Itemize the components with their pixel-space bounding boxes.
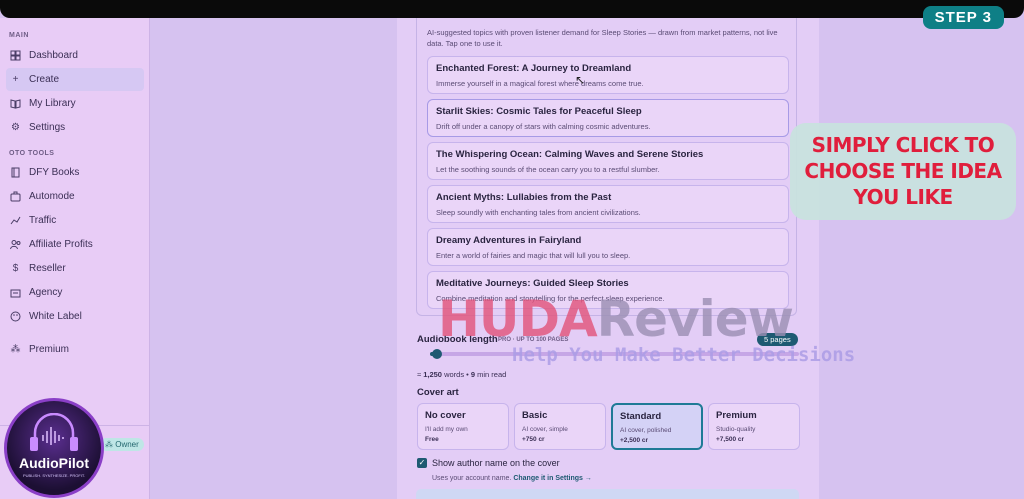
idea-title: Dreamy Adventures in Fairyland (436, 235, 582, 246)
cover-price: Free (425, 436, 439, 443)
sidebar-item-label: Create (29, 74, 60, 85)
idea-desc: Let the soothing sounds of the ocean car… (436, 165, 660, 174)
sidebar-item-label: Agency (29, 287, 63, 298)
sidebar-item-settings[interactable]: ⚙ Settings (6, 116, 144, 139)
idea-card[interactable]: The Whispering Ocean: Calming Waves and … (427, 142, 789, 180)
cover-sub: I'll add my own (425, 426, 468, 433)
owner-badge-label: Owner (115, 440, 139, 449)
book-icon (10, 167, 21, 178)
cover-price: +7,500 cr (716, 436, 745, 443)
sidebar-item-traffic[interactable]: Traffic (6, 209, 144, 232)
info-bar (416, 489, 799, 499)
gear-icon: ⚙ (11, 122, 20, 133)
sidebar-item-label: Dashboard (29, 50, 78, 61)
sidebar-item-label: Settings (29, 122, 66, 133)
instruction-text: SIMPLY CLICK TO CHOOSE THE IDEA YOU LIKE (804, 133, 1002, 209)
cover-option-standard[interactable]: Standard AI cover, polished +2,500 cr (611, 403, 703, 450)
cover-sub: AI cover, polished (620, 427, 672, 434)
author-checkbox-label: Show author name on the cover (432, 458, 560, 468)
idea-card[interactable]: Starlit Skies: Cosmic Tales for Peaceful… (427, 99, 789, 137)
cover-name: Premium (716, 410, 757, 421)
watermark: HUDAReview (438, 290, 794, 348)
logo-tagline: PUBLISH. SYNTHESIZE. PROFIT. (22, 473, 85, 478)
cover-name: No cover (425, 410, 466, 421)
sidebar-item-dfy-books[interactable]: DFY Books (6, 161, 144, 184)
sparkle-icon: ⁂ (105, 440, 113, 449)
words-unit: words • (441, 370, 471, 379)
sidebar-item-reseller[interactable]: $ Reseller (6, 257, 144, 280)
automode-icon (10, 191, 21, 202)
cover-sub: AI cover, simple (522, 426, 568, 433)
idea-card[interactable]: Enchanted Forest: A Journey to Dreamland… (427, 56, 789, 94)
sidebar-item-label: My Library (29, 98, 76, 109)
grid-icon (10, 50, 21, 61)
cover-price: +750 cr (522, 436, 545, 443)
watermark-part2: Review (596, 290, 794, 348)
sidebar-section-main: MAIN (9, 32, 29, 39)
sidebar-item-label: White Label (29, 311, 82, 322)
step-badge: STEP 3 (922, 6, 1004, 29)
cover-sub: Studio-quality (716, 426, 756, 433)
plus-icon: + (12, 74, 19, 85)
ideas-note: AI-suggested topics with proven listener… (427, 28, 778, 48)
idea-card[interactable]: Dreamy Adventures in Fairyland Enter a w… (427, 228, 789, 266)
top-bar (0, 0, 1024, 18)
sidebar-item-label: Premium (29, 344, 70, 355)
idea-title: The Whispering Ocean: Calming Waves and … (436, 149, 704, 160)
sidebar-item-my-library[interactable]: My Library (6, 92, 144, 115)
sidebar-item-create[interactable]: + Create (6, 68, 144, 91)
idea-title: Enchanted Forest: A Journey to Dreamland (436, 63, 632, 74)
sidebar-item-white-label[interactable]: White Label (6, 305, 144, 328)
palette-icon (10, 311, 21, 322)
words-estimate: ≈ 1,250 words • 9 min read (417, 370, 506, 379)
settings-link[interactable]: Change it in Settings → (513, 475, 592, 482)
logo-name: AudioPilot (19, 455, 89, 471)
sidebar-item-automode[interactable]: Automode (6, 185, 144, 208)
headphones-icon (30, 413, 78, 451)
idea-title: Starlit Skies: Cosmic Tales for Peaceful… (436, 106, 642, 117)
minutes-unit: min read (475, 370, 507, 379)
mouse-cursor-icon: ↖ (575, 73, 586, 87)
author-note-text: Uses your account name. (432, 475, 514, 482)
cover-option-none[interactable]: No cover I'll add my own Free (417, 403, 509, 450)
idea-desc: Drift off under a canopy of stars with c… (436, 122, 651, 131)
author-checkbox[interactable]: ✓ (417, 458, 427, 468)
users-icon (10, 239, 21, 250)
idea-title: Meditative Journeys: Guided Sleep Storie… (436, 278, 629, 289)
sidebar-item-dashboard[interactable]: Dashboard (6, 44, 144, 67)
cover-option-basic[interactable]: Basic AI cover, simple +750 cr (514, 403, 606, 450)
sidebar-item-label: Reseller (29, 263, 66, 274)
cover-name: Standard (620, 411, 662, 422)
idea-card[interactable]: Ancient Myths: Lullabies from the Past S… (427, 185, 789, 223)
cover-price: +2,500 cr (620, 437, 649, 444)
sidebar-item-agency[interactable]: Agency (6, 281, 144, 304)
watermark-tagline: Help You Make Better Decisions (512, 344, 856, 366)
briefcase-icon (10, 287, 21, 298)
idea-title: Ancient Myths: Lullabies from the Past (436, 192, 612, 203)
idea-desc: Sleep soundly with enchanting tales from… (436, 208, 641, 217)
dollar-icon: $ (12, 263, 19, 274)
sparkle-icon: ⁂ (10, 344, 21, 355)
book-icon (10, 98, 21, 109)
idea-desc: Enter a world of fairies and magic that … (436, 251, 631, 260)
author-note: Uses your account name. Change it in Set… (432, 475, 592, 482)
sidebar-item-label: Affiliate Profits (29, 239, 93, 250)
cover-name: Basic (522, 410, 548, 421)
idea-desc: Immerse yourself in a magical forest whe… (436, 79, 644, 88)
sidebar-item-affiliate-profits[interactable]: Affiliate Profits (6, 233, 144, 256)
sidebar-item-label: Traffic (29, 215, 57, 226)
owner-badge: ⁂ Owner (100, 438, 144, 451)
cover-option-premium[interactable]: Premium Studio-quality +7,500 cr (708, 403, 800, 450)
audiopilot-logo: AudioPilot PUBLISH. SYNTHESIZE. PROFIT. (4, 398, 104, 498)
words-count: 1,250 (423, 370, 442, 379)
sidebar-section-tools: OTO TOOLS (9, 150, 55, 157)
sidebar-item-label: Automode (29, 191, 75, 202)
watermark-part1: HUDA (438, 290, 598, 348)
sidebar-item-premium[interactable]: ⁂ Premium (6, 338, 144, 361)
cover-label: Cover art (417, 387, 459, 398)
sidebar-item-label: DFY Books (29, 167, 80, 178)
traffic-icon (10, 215, 21, 226)
